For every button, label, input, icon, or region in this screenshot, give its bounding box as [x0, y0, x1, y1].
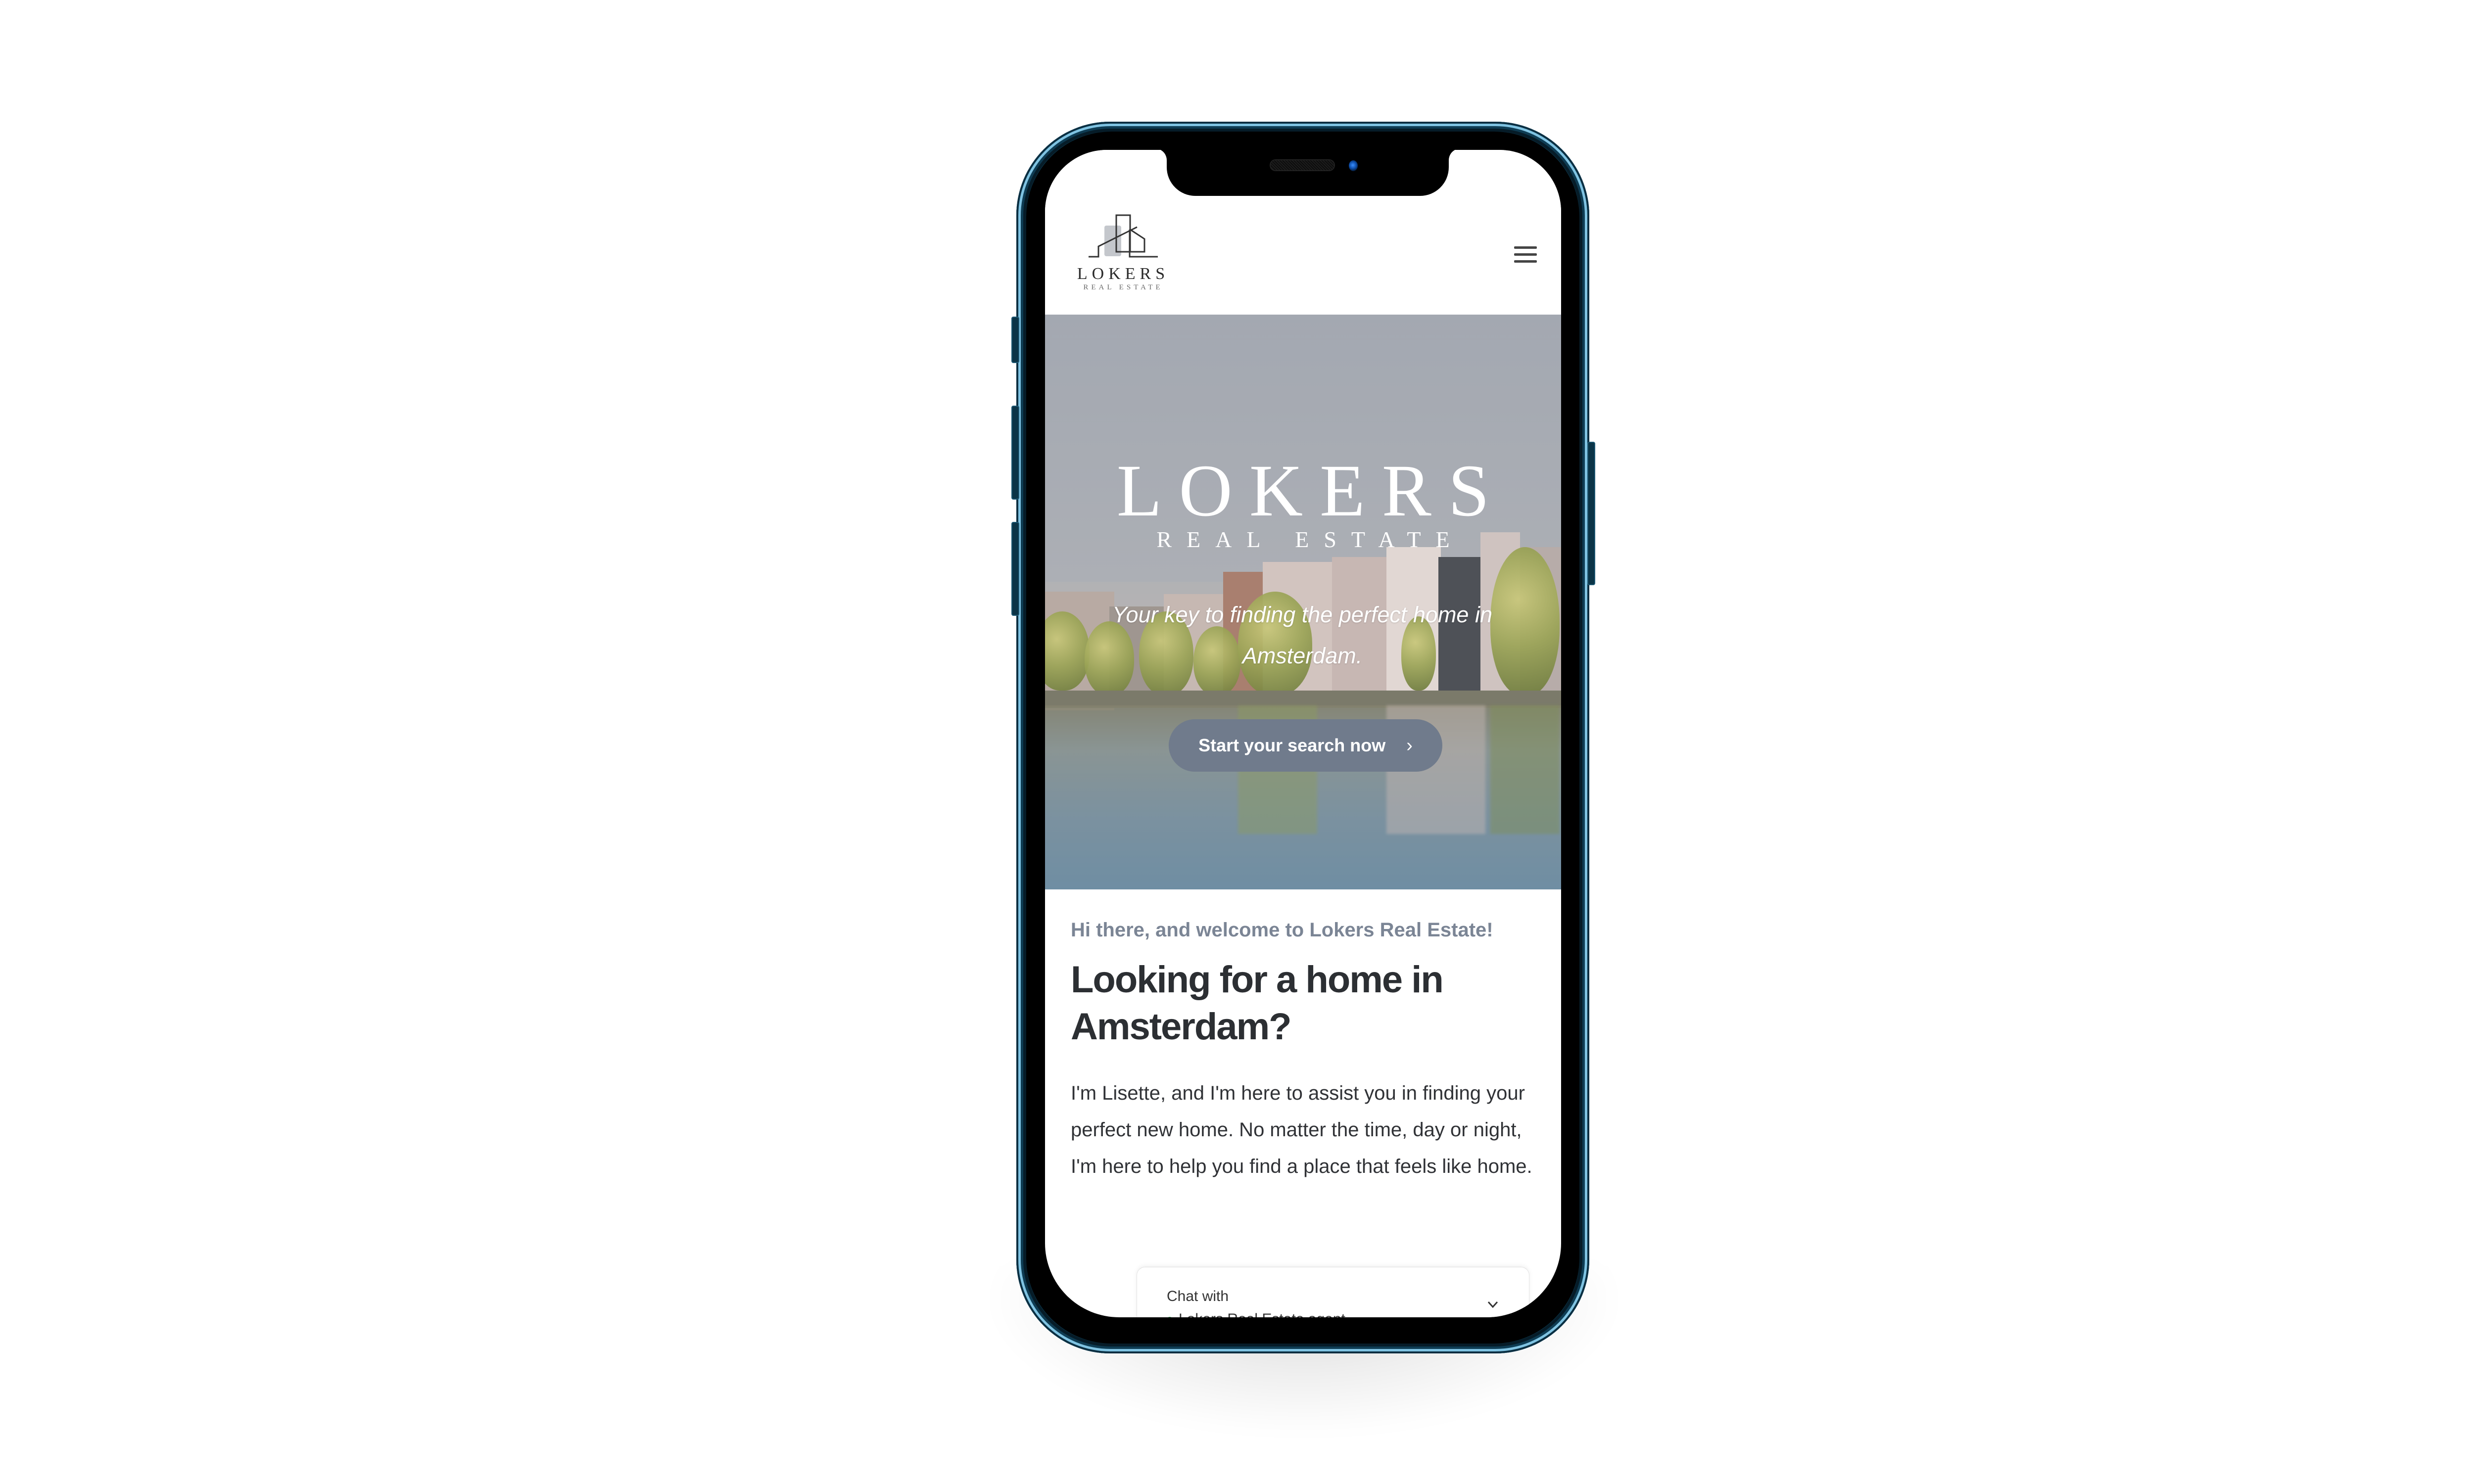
earpiece-speaker — [1271, 160, 1334, 170]
water-reflection — [1490, 705, 1560, 834]
logo-subtitle: REAL ESTATE — [1083, 283, 1163, 291]
intro-heading: Looking for a home in Amsterdam? — [1071, 959, 1444, 1048]
volume-up-button — [1011, 406, 1019, 500]
chevron-right-icon: › — [1406, 735, 1413, 756]
hero-section: LOKERS REAL ESTATE Your key to finding t… — [1045, 315, 1561, 889]
chat-agent: Lokers Real Estate agent — [1167, 1311, 1345, 1317]
building-outline-logo-icon — [1089, 214, 1158, 258]
intro-body: I'm Lisette, and I'm here to assist you … — [1071, 1082, 1532, 1177]
hero-title: LOKERS — [1116, 450, 1507, 532]
chevron-down-icon[interactable] — [1486, 1298, 1499, 1311]
hero-tagline: Your key to finding the perfect home in … — [1112, 602, 1492, 668]
start-search-label: Start your search now — [1198, 735, 1386, 755]
volume-down-button — [1011, 522, 1019, 616]
hero-subtitle: REAL ESTATE — [1156, 527, 1465, 552]
start-search-button[interactable]: Start your search now › — [1169, 719, 1442, 772]
chat-agent-name: Lokers Real Estate agent — [1179, 1311, 1345, 1317]
mute-switch — [1011, 317, 1019, 363]
hamburger-menu-icon[interactable] — [1514, 246, 1538, 264]
power-button — [1587, 442, 1595, 585]
chat-widget[interactable]: Chat with Lokers Real Estate agent — [1137, 1267, 1529, 1317]
logo-wordmark: LOKERS — [1077, 265, 1170, 283]
intro-section: Hi there, and welcome to Lokers Real Est… — [1071, 919, 1536, 1185]
phone-screen: LOKERS REAL ESTATE LOKERS REAL ESTATE Yo… — [1045, 150, 1561, 1317]
phone-notch — [1167, 148, 1449, 196]
welcome-greeting: Hi there, and welcome to Lokers Real Est… — [1071, 919, 1493, 941]
chat-label: Chat with — [1167, 1288, 1229, 1304]
front-camera — [1349, 160, 1358, 171]
site-logo[interactable]: LOKERS REAL ESTATE — [1074, 213, 1173, 293]
